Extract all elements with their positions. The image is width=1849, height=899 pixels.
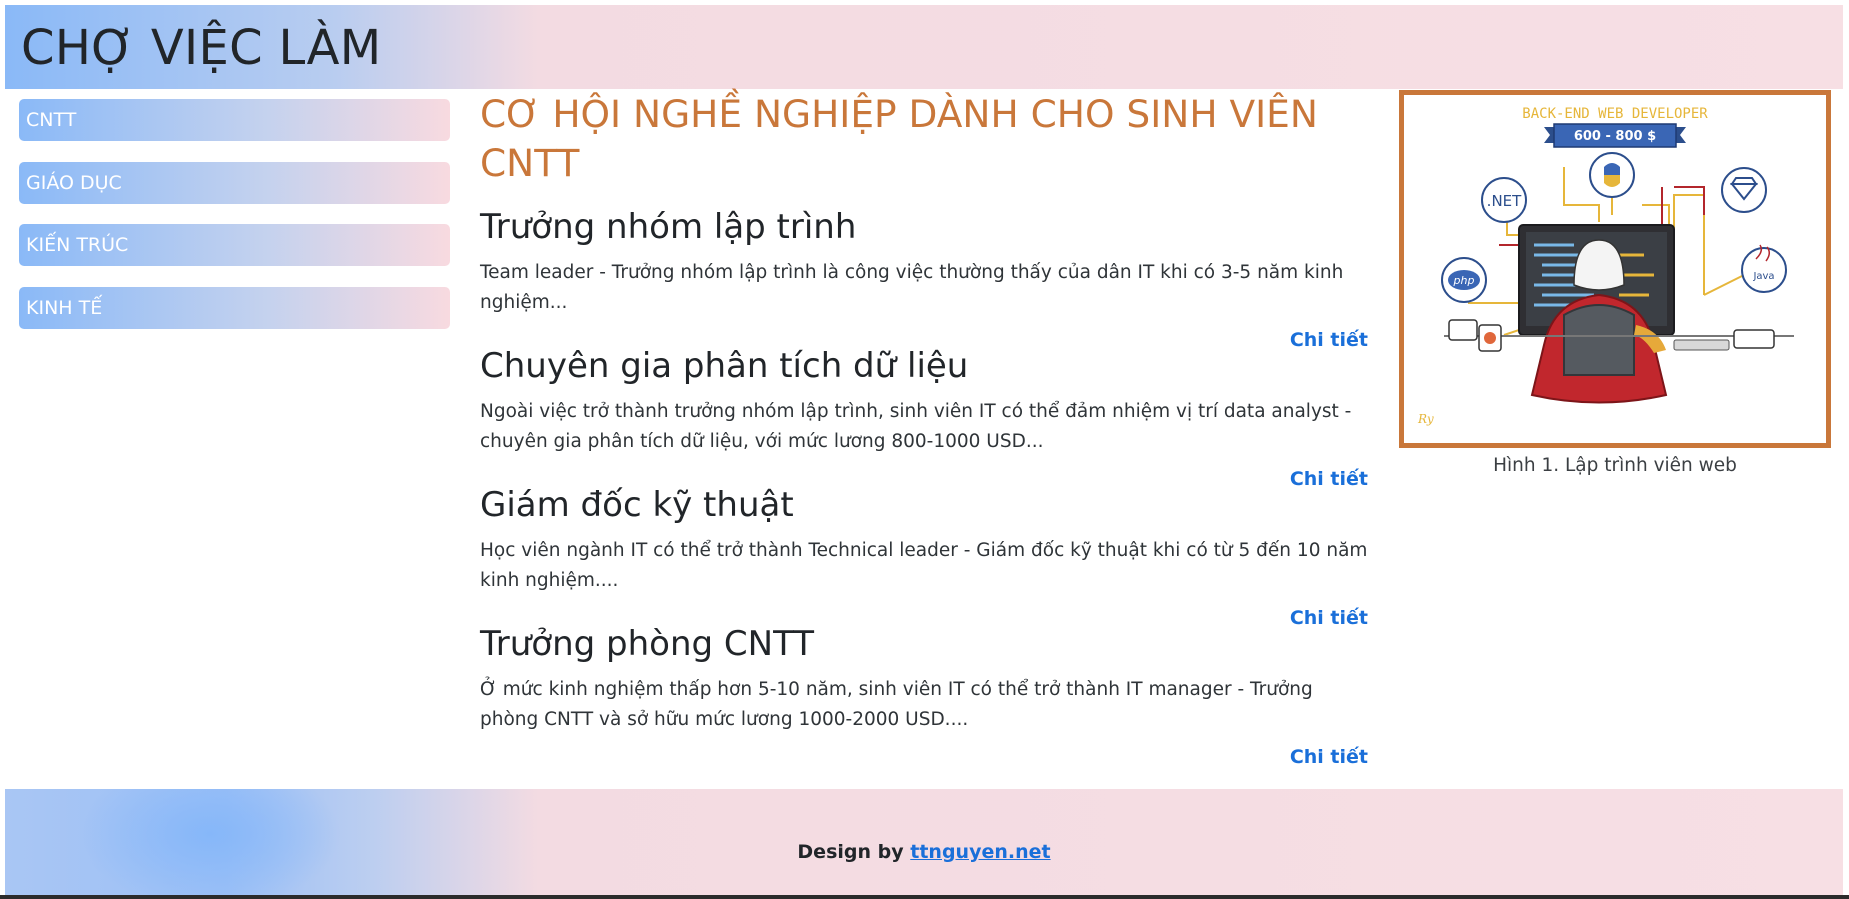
sidebar-item-kinh-te[interactable]: KINH TẾ: [19, 286, 450, 329]
diamond-icon: [1721, 167, 1767, 213]
footer-prefix: Design by: [797, 841, 904, 863]
keyboard: [1673, 339, 1730, 351]
job-description: Học viên ngành IT có thể trở thành Techn…: [480, 540, 1368, 591]
artist-signature: Ry: [1417, 412, 1434, 426]
site-header: CHỢ VIỆC LÀM: [5, 5, 1843, 89]
banner-text: BACK-END WEB DEVELOPER: [1522, 106, 1708, 122]
mug-logo: [1484, 332, 1496, 344]
java-badge: [1741, 247, 1787, 293]
job-description: Team leader - Trưởng nhóm lập trình là c…: [480, 262, 1344, 313]
site-title: CHỢ VIỆC LÀM: [21, 20, 382, 76]
sidebar-nav: CNTT GIÁO DỤC KIẾN TRÚC KINH TẾ: [19, 99, 450, 349]
illustration-figure: BACK-END WEB DEVELOPER 600 - 800 $ .NET …: [1399, 90, 1831, 476]
salary-text: 600 - 800 $: [1574, 129, 1656, 144]
figure-caption: Hình 1. Lập trình viên web: [1493, 455, 1737, 476]
job-item: Trưởng phòng CNTT Ở mức kinh nghiệm thấp…: [480, 622, 1370, 769]
phone: [1733, 329, 1775, 349]
java-label: Java: [1752, 271, 1774, 282]
main-content: CƠ HỘI NGHỀ NGHIỆP DÀNH CHO SINH VIÊN CN…: [480, 90, 1370, 769]
sidebar-item-cntt[interactable]: CNTT: [19, 99, 450, 141]
sidebar-item-giao-duc[interactable]: GIÁO DỤC: [19, 161, 450, 204]
detail-link[interactable]: Chi tiết: [480, 745, 1370, 769]
camera: [1448, 319, 1478, 341]
site-footer: Design by ttnguyen.net: [5, 789, 1843, 895]
footer-author-link[interactable]: ttnguyen.net: [910, 841, 1050, 863]
job-item: Trưởng nhóm lập trình Team leader - Trưở…: [480, 205, 1370, 352]
job-description: Ở mức kinh nghiệm thấp hơn 5-10 năm, sin…: [480, 679, 1313, 730]
job-item: Giám đốc kỹ thuật Học viên ngành IT có t…: [480, 483, 1370, 630]
chair-back: [1563, 304, 1635, 376]
window-bottom-edge: [0, 895, 1849, 899]
job-description: Ngoài việc trở thành trưởng nhóm lập trì…: [480, 401, 1352, 452]
figure-frame: BACK-END WEB DEVELOPER 600 - 800 $ .NET …: [1399, 90, 1831, 448]
sidebar-item-kien-truc[interactable]: KIẾN TRÚC: [19, 224, 450, 266]
job-title: Trưởng nhóm lập trình: [480, 207, 857, 247]
job-title: Giám đốc kỹ thuật: [480, 485, 794, 525]
job-title: Chuyên gia phân tích dữ liệu: [480, 346, 969, 386]
developer-illustration: BACK-END WEB DEVELOPER 600 - 800 $ .NET …: [1417, 106, 1794, 426]
php-label: php: [1453, 274, 1475, 287]
footer-credit: Design by ttnguyen.net: [5, 841, 1843, 863]
job-item: Chuyên gia phân tích dữ liệu Ngoài việc …: [480, 344, 1370, 491]
page-title: CƠ HỘI NGHỀ NGHIỆP DÀNH CHO SINH VIÊN CN…: [480, 92, 1318, 185]
net-label: .NET: [1487, 192, 1522, 210]
job-title: Trưởng phòng CNTT: [480, 624, 815, 664]
